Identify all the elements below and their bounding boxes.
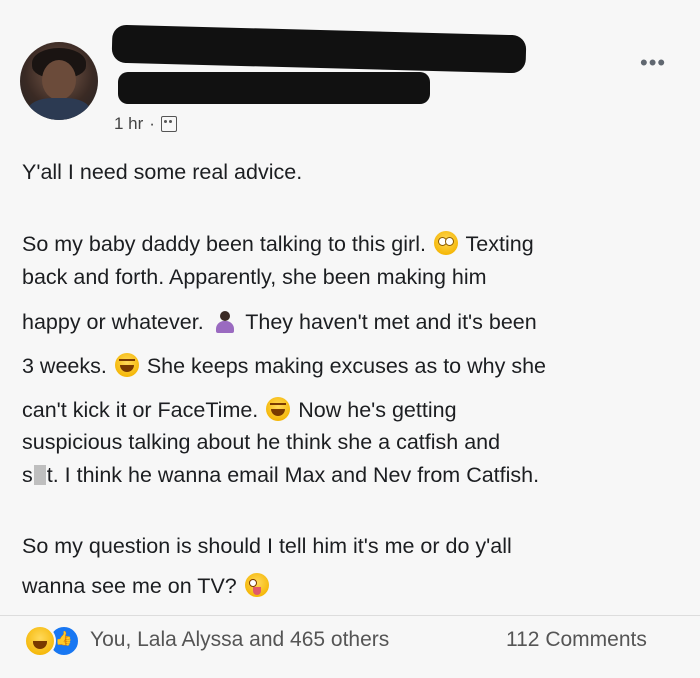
post-line: wanna see me on TV?	[22, 573, 271, 599]
facebook-post: ••• 1 hr · Y'all I need some real advice…	[0, 0, 700, 678]
post-text: happy or whatever.	[22, 310, 204, 334]
post-text: So my question is should I tell him it's…	[22, 534, 512, 558]
shrugging-woman-emoji-icon	[212, 309, 238, 333]
post-line: Y'all I need some real advice.	[22, 160, 302, 185]
post-text: She keeps making excuses as to why she	[146, 354, 546, 378]
laughing-emoji-icon	[266, 397, 291, 421]
post-text: Texting	[465, 232, 534, 256]
post-text: So my baby daddy been talking to this gi…	[22, 232, 426, 256]
timestamp[interactable]: 1 hr	[114, 114, 143, 134]
haha-reaction-icon	[24, 625, 56, 657]
post-text: can't kick it or FaceTime.	[22, 398, 259, 422]
redacted-name	[111, 24, 527, 74]
post-line: can't kick it or FaceTime. Now he's gett…	[22, 397, 457, 423]
post-line: back and forth. Apparently, she been mak…	[22, 265, 487, 290]
post-meta: 1 hr ·	[114, 114, 177, 134]
post-line: suspicious talking about he think she a …	[22, 430, 500, 455]
friends-icon[interactable]	[160, 116, 177, 132]
post-line: So my baby daddy been talking to this gi…	[22, 231, 534, 257]
post-line: happy or whatever. They haven't met and …	[22, 309, 537, 335]
eye-roll-emoji-icon	[433, 231, 458, 255]
post-text: wanna see me on TV?	[22, 574, 237, 598]
post-text: s	[22, 463, 33, 487]
post-line: So my question is should I tell him it's…	[22, 534, 512, 559]
avatar-face	[42, 60, 76, 100]
comments-count[interactable]: 112 Comments	[506, 628, 647, 652]
more-icon[interactable]: •••	[640, 52, 666, 74]
post-text: back and forth. Apparently, she been mak…	[22, 265, 487, 289]
post-text: suspicious talking about he think she a …	[22, 430, 501, 454]
footer-divider	[0, 615, 700, 616]
post-text: Y'all I need some real advice.	[22, 160, 303, 184]
post-text: Now he's getting	[298, 398, 457, 422]
post-line: s t. I think he wanna email Max and Nev f…	[22, 463, 539, 488]
laughing-emoji-icon	[114, 353, 139, 377]
censor-block	[33, 465, 46, 485]
post-text: They haven't met and it's been	[245, 310, 537, 334]
avatar[interactable]	[20, 42, 98, 120]
avatar-shirt	[28, 98, 90, 120]
zany-face-emoji-icon	[244, 573, 269, 597]
reaction-icons[interactable]	[24, 625, 80, 657]
reactions-summary[interactable]: You, Lala Alyssa and 465 others	[90, 628, 389, 652]
post-text: t. I think he wanna email Max and Nev fr…	[46, 463, 540, 487]
post-line: 3 weeks. She keeps making excuses as to …	[22, 353, 546, 379]
meta-separator: ·	[149, 114, 155, 133]
redacted-name-secondary	[118, 72, 430, 104]
post-text: 3 weeks.	[22, 354, 107, 378]
